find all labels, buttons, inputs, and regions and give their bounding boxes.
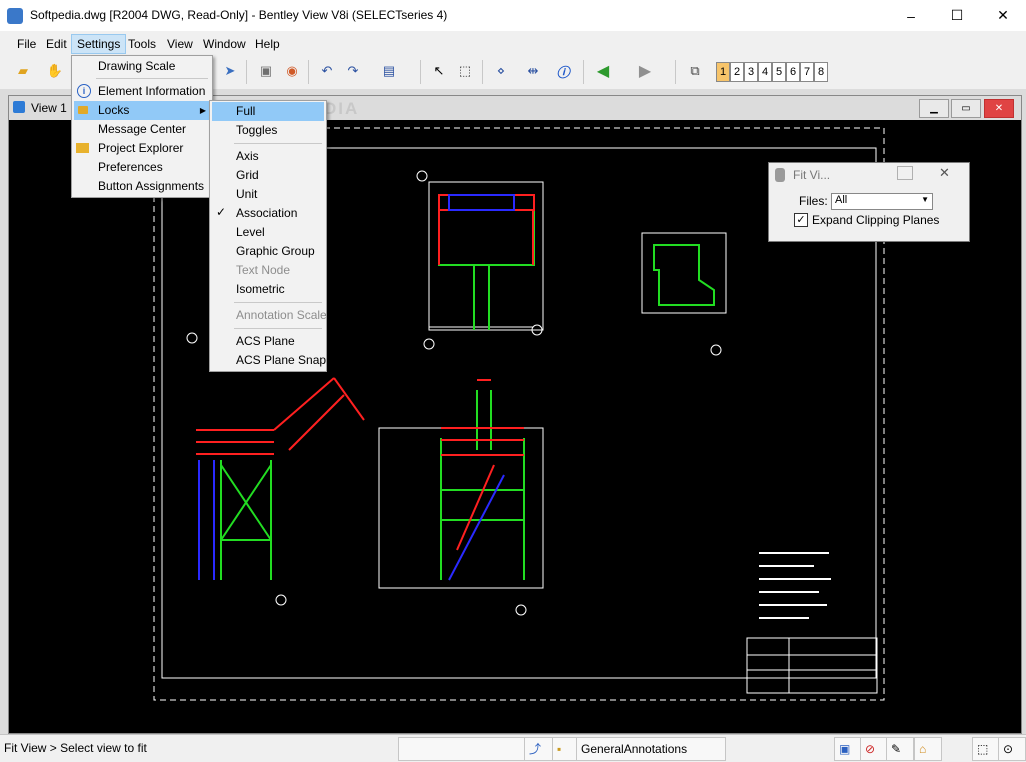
files-label: Files: [799,194,828,208]
expand-clipping-label: Expand Clipping Planes [812,213,940,227]
toolbar-separator [482,60,483,84]
lock-item-full[interactable]: Full [212,102,324,121]
lock-item-text-node: Text Node [236,263,291,277]
fit-view-dialog: Fit Vi... ✕ Files: All ▼ ✓ Expand Clippi… [768,162,970,242]
view-attributes-icon[interactable]: ▣ [834,737,862,761]
fence-select-icon[interactable]: ⬚ [454,60,476,82]
view-layout-icon[interactable]: ▤ [378,60,400,82]
toolbar-separator [246,60,247,84]
maximize-button[interactable]: ☐ [934,0,980,31]
tools-icon[interactable]: ✎ [886,737,914,761]
menu-item-project-explorer[interactable]: Project Explorer [74,139,210,158]
pan-hand-icon[interactable]: ✋ [44,60,66,82]
files-select-value: All [835,194,848,206]
view-title: View 1 [31,101,67,115]
menu-item-drawing-scale[interactable]: Drawing Scale [74,57,210,76]
files-select[interactable]: All ▼ [831,193,933,210]
menu-item-element-information[interactable]: Element Information [74,82,210,101]
lock-item-association[interactable]: Association [212,204,324,223]
view-toggle-3[interactable]: 3 [744,62,758,82]
locks-submenu: Full Toggles Axis Grid Unit ✓ Associatio… [209,100,327,372]
view-toggle-6[interactable]: 6 [786,62,800,82]
menu-help[interactable]: Help [250,35,285,53]
view-toggle-5[interactable]: 5 [772,62,786,82]
lock-item-acs-plane-snap[interactable]: ACS Plane Snap [212,351,326,370]
lock-item-grid[interactable]: Grid [212,166,324,185]
dialog-maximize-button[interactable] [897,166,913,180]
expand-clipping-checkbox[interactable]: ✓ [794,213,808,227]
lock-item-isometric[interactable]: Isometric [212,280,324,299]
title-bar: Softpedia.dwg [R2004 DWG, Read-Only] - B… [0,0,1026,31]
menu-edit[interactable]: Edit [41,35,72,53]
menu-separator [234,328,322,329]
status-cell-message [398,737,528,761]
view-icon [13,101,25,113]
toolbar-separator [583,60,584,84]
select-arrow-icon[interactable]: ➤ [219,60,241,82]
info-icon[interactable]: ⓘ [552,60,574,82]
menu-separator [234,143,322,144]
view-close-button[interactable]: ✕ [984,99,1014,118]
design-file-icon[interactable]: ⬚ [972,737,1000,761]
window-title: Softpedia.dwg [R2004 DWG, Read-Only] - B… [30,8,448,22]
view-toggle-2[interactable]: 2 [730,62,744,82]
camera-icon[interactable]: ▣ [255,60,277,82]
view-minimize-button[interactable]: ▁ [919,99,949,118]
menu-settings[interactable]: Settings [71,34,127,54]
alert-icon[interactable]: ⊙ [998,737,1026,761]
prohibited-icon[interactable]: ⊘ [860,737,888,761]
lock-item-toggles[interactable]: Toggles [212,121,324,140]
home-icon[interactable]: ⌂ [914,737,942,761]
toolbar-separator [308,60,309,84]
undo-view-icon[interactable]: ↶ [316,60,338,82]
menu-item-message-center[interactable]: Message Center [74,120,210,139]
open-folder-icon[interactable]: ▰ [12,60,34,82]
menu-view[interactable]: View [162,35,198,53]
dialog-close-button[interactable]: ✕ [939,165,950,181]
toolbar-separator [675,60,676,84]
menu-item-locks-label: Locks [98,103,130,117]
redo-view-icon[interactable]: ↷ [342,60,364,82]
view-toggle-7[interactable]: 7 [800,62,814,82]
settings-menu: Drawing Scale i Element Information Lock… [71,55,213,198]
view-restore-button[interactable]: ▭ [951,99,981,118]
view-toggle-4[interactable]: 4 [758,62,772,82]
window-cascade-icon[interactable]: ⧉ [684,60,706,82]
tool-icon [775,168,785,182]
menu-item-preferences[interactable]: Preferences [74,158,210,177]
menu-separator [234,302,322,303]
measure-icon[interactable]: ⇹ [522,60,544,82]
forward-icon[interactable]: ▶ [634,60,656,82]
status-prompt: Fit View > Select view to fit [4,741,147,755]
chevron-down-icon: ▼ [921,195,929,204]
menu-item-locks[interactable]: Locks ▶ [74,101,210,120]
minimize-button[interactable]: – [888,0,934,31]
fit-dialog-title: Fit Vi... [793,168,831,182]
submenu-arrow-icon: ▶ [199,106,206,115]
query-icon[interactable]: ⋄ [490,60,512,82]
lock-item-graphic-group[interactable]: Graphic Group [212,242,324,261]
app-icon [7,8,23,24]
close-button[interactable]: ✕ [980,0,1026,31]
view-toggle-8[interactable]: 8 [814,62,828,82]
menu-tools[interactable]: Tools [123,35,161,53]
lock-item-acs-plane[interactable]: ACS Plane [212,332,324,351]
menu-file[interactable]: File [12,35,41,53]
menu-separator [96,78,208,79]
lock-icon [78,106,88,114]
back-icon[interactable]: ◀ [592,60,614,82]
menu-item-button-assignments[interactable]: Button Assignments [74,177,210,196]
lock-item-annotation-scale: Annotation Scale [236,308,327,322]
toolbar-separator [420,60,421,84]
active-level[interactable]: GeneralAnnotations [576,737,726,761]
pointer-icon[interactable]: ↖ [428,60,450,82]
lock-item-axis[interactable]: Axis [212,147,324,166]
record-icon[interactable]: ◉ [281,60,303,82]
status-bar: Fit View > Select view to fit ⤴ ▪ Genera… [0,734,1026,762]
lock-item-level[interactable]: Level [212,223,324,242]
menu-window[interactable]: Window [198,35,251,53]
menu-bar: File Edit Settings Tools View Window Hel… [0,31,1026,55]
lock-item-unit[interactable]: Unit [212,185,324,204]
view-toggle-1[interactable]: 1 [716,62,730,82]
